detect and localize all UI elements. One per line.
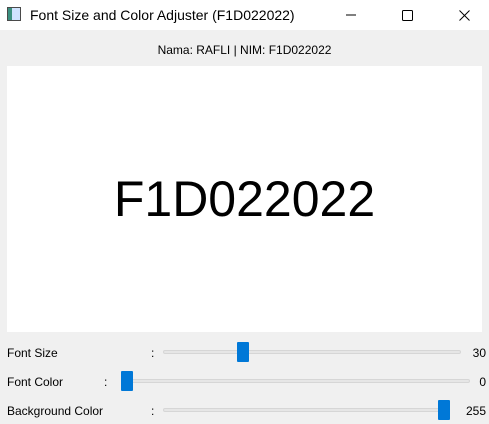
font-size-value: 30 (472, 346, 486, 360)
title-bar[interactable]: Font Size and Color Adjuster (F1D022022) (0, 0, 489, 30)
background-color-colon: : (151, 404, 155, 418)
font-color-colon: : (104, 375, 108, 389)
maximize-icon (401, 9, 413, 21)
preview-text: F1D022022 (113, 171, 376, 227)
font-color-slider[interactable] (121, 371, 470, 391)
student-info-label: Nama: RAFLI | NIM: F1D022022 (157, 43, 332, 57)
close-button[interactable] (441, 0, 487, 30)
minimize-button[interactable] (328, 0, 374, 30)
close-icon (458, 9, 470, 21)
minimize-icon (346, 10, 356, 20)
slider-track (121, 379, 470, 383)
app-icon (7, 7, 21, 21)
background-color-value: 255 (465, 404, 486, 418)
window-title: Font Size and Color Adjuster (F1D022022) (30, 7, 295, 23)
background-color-label: Background Color (7, 404, 104, 418)
maximize-button[interactable] (384, 0, 430, 30)
font-size-colon: : (151, 346, 155, 360)
font-size-slider[interactable] (163, 342, 461, 362)
font-size-label: Font Size (7, 346, 58, 360)
font-color-value: 0 (479, 375, 486, 389)
background-color-slider[interactable] (163, 400, 450, 420)
preview-area: F1D022022 (7, 66, 482, 332)
slider-thumb[interactable] (237, 342, 250, 362)
slider-thumb[interactable] (121, 371, 133, 391)
slider-track (163, 408, 450, 412)
slider-track (163, 350, 461, 354)
font-color-label: Font Color (7, 375, 64, 389)
